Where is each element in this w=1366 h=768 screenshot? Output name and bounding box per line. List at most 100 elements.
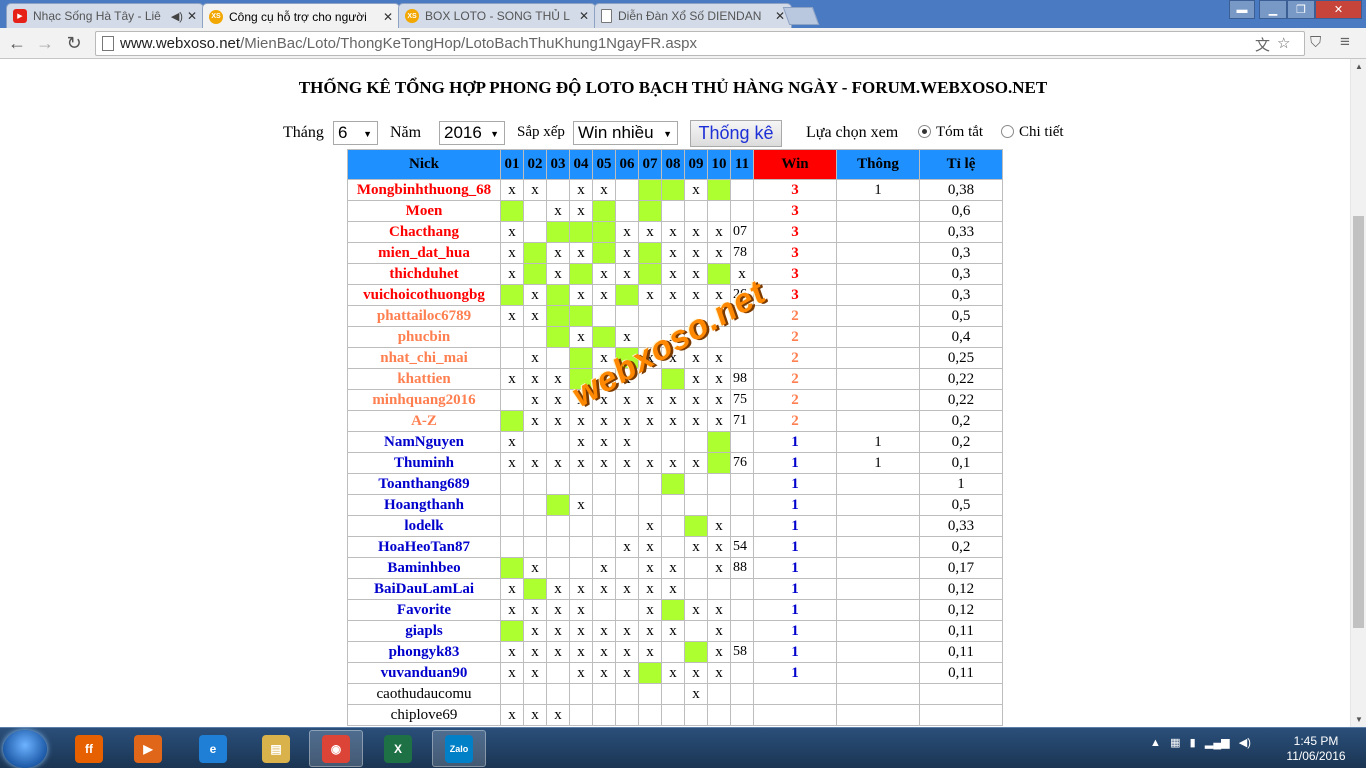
nick-link[interactable]: vuvanduan90 — [347, 662, 501, 684]
nick-link[interactable]: BaiDauLamLai — [347, 578, 501, 600]
nick-link[interactable]: thichduhet — [347, 263, 501, 285]
browser-tab[interactable]: Diễn Đàn Xổ Số DIENDAN ✕ — [594, 3, 792, 28]
nick-link[interactable]: minhquang2016 — [347, 389, 501, 411]
nick-link[interactable]: caothudaucomu — [347, 683, 501, 705]
ratio-cell: 0,1 — [919, 452, 1003, 474]
day-cell — [661, 431, 685, 453]
forward-arrow-icon[interactable]: → — [34, 32, 56, 54]
hit-cell — [707, 431, 731, 453]
nick-link[interactable]: HoaHeoTan87 — [347, 536, 501, 558]
hit-cell — [684, 515, 708, 537]
back-arrow-icon[interactable]: ← — [6, 32, 28, 54]
taskbar-app[interactable]: X — [371, 730, 425, 767]
nick-link[interactable]: lodelk — [347, 515, 501, 537]
taskbar-app[interactable]: ◉ — [309, 730, 363, 767]
nick-link[interactable]: Mongbinhthuong_68 — [347, 179, 501, 201]
nick-link[interactable]: Toanthang689 — [347, 473, 501, 495]
nick-link[interactable]: chiplove69 — [347, 704, 501, 726]
signal-icon[interactable]: ▂▄▆ — [1205, 737, 1230, 749]
audio-playing-icon[interactable]: ◀) — [171, 10, 183, 23]
ratio-cell: 0,5 — [919, 305, 1003, 327]
volume-icon[interactable]: ◀) — [1239, 737, 1251, 749]
thong-ke-button[interactable]: Thống kê — [690, 120, 782, 147]
minimize-button[interactable]: ▁ — [1259, 0, 1287, 19]
day-cell — [684, 578, 708, 600]
new-tab-button[interactable] — [782, 7, 820, 25]
hit-cell — [592, 242, 616, 264]
menu-icon[interactable]: ≡ — [1340, 32, 1350, 52]
reload-icon[interactable]: ↻ — [63, 32, 85, 54]
nick-link[interactable]: Hoangthanh — [347, 494, 501, 516]
browser-tab[interactable]: XS Công cụ hỗ trợ cho người ✕ — [202, 3, 400, 29]
day-cell — [730, 704, 754, 726]
nick-link[interactable]: mien_dat_hua — [347, 242, 501, 264]
bookmark-star-icon[interactable]: ☆ — [1277, 34, 1290, 52]
zalo-icon: Zalo — [445, 734, 473, 763]
scroll-up-icon[interactable]: ▲ — [1355, 62, 1363, 71]
close-tab-icon[interactable]: ✕ — [579, 9, 589, 23]
day-cell: x — [500, 599, 524, 621]
radio-detail[interactable] — [1001, 125, 1014, 138]
table-row: Moen x x 3 0,6 — [347, 200, 1003, 222]
day-cell: x — [661, 557, 685, 579]
year-select[interactable]: 2016 ▼ — [439, 121, 505, 145]
taskbar-app[interactable]: ▤ — [249, 730, 303, 767]
day-cell: x — [661, 452, 685, 474]
day-cell: x — [661, 389, 685, 411]
nick-link[interactable]: Favorite — [347, 599, 501, 621]
nick-link[interactable]: phongyk83 — [347, 641, 501, 663]
radio-summary[interactable] — [918, 125, 931, 138]
hit-cell — [615, 284, 639, 306]
nick-link[interactable]: giapls — [347, 620, 501, 642]
browser-tab[interactable]: XS BOX LOTO - SONG THỦ L ✕ — [398, 3, 596, 28]
nick-link[interactable]: Chacthang — [347, 221, 501, 243]
clock[interactable]: 1:45 PM 11/06/2016 — [1280, 734, 1352, 764]
start-button[interactable] — [3, 730, 47, 768]
day-cell — [500, 389, 524, 411]
network-icon[interactable]: ▦ — [1170, 737, 1180, 749]
thong-cell: 1 — [836, 179, 920, 201]
translate-icon[interactable]: 文 — [1255, 34, 1270, 55]
nick-link[interactable]: nhat_chi_mai — [347, 347, 501, 369]
vertical-scrollbar[interactable]: ▲ ▼ — [1350, 59, 1366, 727]
nick-link[interactable]: phucbin — [347, 326, 501, 348]
nick-link[interactable]: khattien — [347, 368, 501, 390]
scroll-down-icon[interactable]: ▼ — [1355, 715, 1363, 724]
nick-link[interactable]: phattailoc6789 — [347, 305, 501, 327]
battery-icon[interactable]: ▮ — [1190, 737, 1196, 749]
close-window-button[interactable]: ✕ — [1315, 0, 1362, 19]
month-select[interactable]: 6 ▼ — [333, 121, 378, 145]
extension-shield-icon[interactable]: ⛉ — [1310, 34, 1321, 51]
nick-link[interactable]: NamNguyen — [347, 431, 501, 453]
thong-cell — [836, 641, 920, 663]
month-label: Tháng — [283, 124, 324, 141]
day-cell: x — [615, 410, 639, 432]
day-cell: x — [569, 242, 593, 264]
thong-cell — [836, 410, 920, 432]
sort-select[interactable]: Win nhiều ▼ — [573, 121, 678, 145]
chrome-icon: ◉ — [322, 734, 350, 763]
tray-arrow-icon[interactable]: ▲ — [1150, 737, 1161, 749]
day-cell: x — [615, 263, 639, 285]
close-tab-icon[interactable]: ✕ — [187, 9, 197, 23]
scrollbar-thumb[interactable] — [1353, 216, 1364, 628]
close-tab-icon[interactable]: ✕ — [383, 10, 393, 24]
nick-link[interactable]: A-Z — [347, 410, 501, 432]
filter-bar: Tháng 6 ▼ Năm 2016 ▼ Sắp xếp Win nhiều ▼… — [0, 120, 1350, 147]
taskbar-app[interactable]: Zalo — [432, 730, 486, 767]
maximize-button[interactable]: ❐ — [1287, 0, 1315, 19]
page-info-icon[interactable] — [102, 36, 114, 51]
nick-link[interactable]: Thuminh — [347, 452, 501, 474]
taskbar-app[interactable]: ff — [62, 730, 116, 767]
address-bar[interactable]: www.webxoso.net/MienBac/Loto/ThongKeTong… — [95, 31, 1305, 56]
taskbar-app[interactable]: e — [186, 730, 240, 767]
nick-link[interactable]: Baminhbeo — [347, 557, 501, 579]
browser-tab[interactable]: ▶ Nhạc Sống Hà Tây - Liê ◀) ✕ — [6, 3, 204, 28]
day-cell: x — [569, 326, 593, 348]
nick-link[interactable]: vuichoicothuongbg — [347, 284, 501, 306]
nick-link[interactable]: Moen — [347, 200, 501, 222]
win-cell: 3 — [753, 284, 837, 306]
profile-button[interactable]: ▬ — [1229, 0, 1255, 19]
day-cell — [615, 599, 639, 621]
taskbar-app[interactable]: ▶ — [121, 730, 175, 767]
